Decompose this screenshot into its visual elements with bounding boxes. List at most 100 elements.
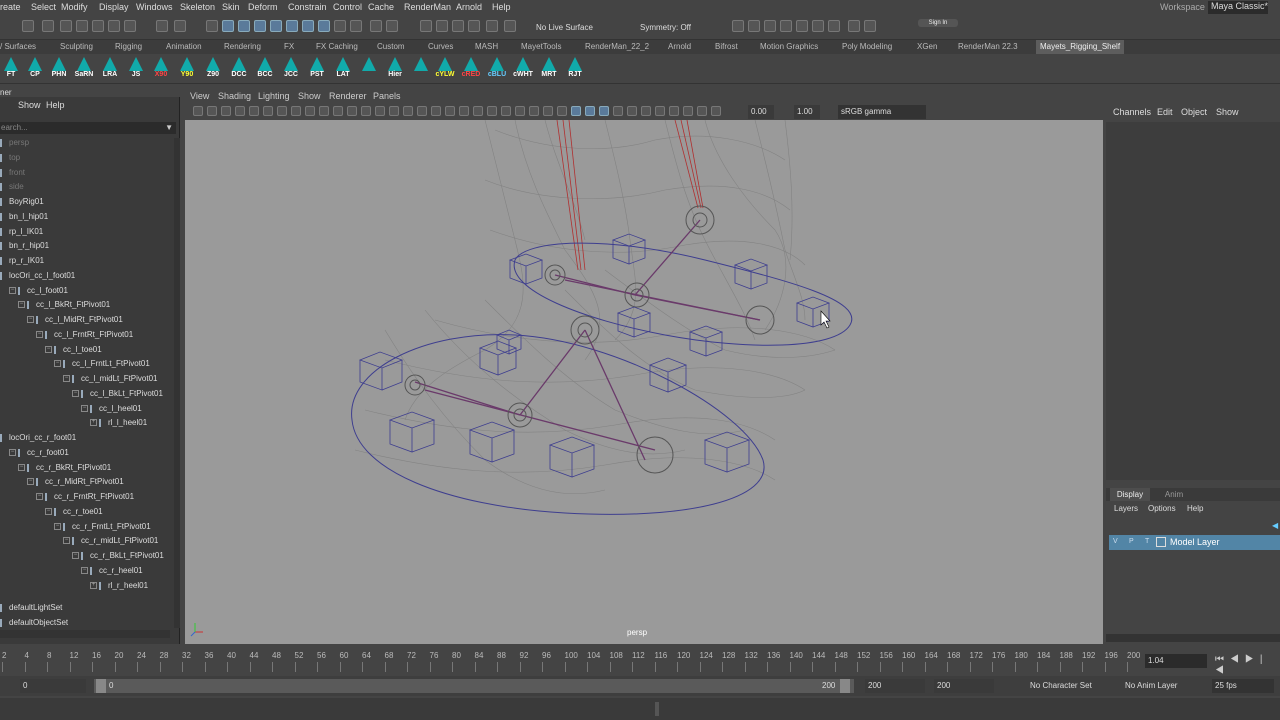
shelf-tab-13[interactable]: Bifrost — [715, 42, 738, 51]
status-tool-icon-28[interactable] — [748, 20, 760, 32]
status-tool-icon-9[interactable] — [206, 20, 218, 32]
viewport-tool-icon-1[interactable] — [207, 106, 217, 116]
shelf-button-2[interactable]: PHN — [48, 56, 70, 82]
status-tool-icon-10[interactable] — [222, 20, 234, 32]
status-tool-icon-15[interactable] — [302, 20, 314, 32]
shelf-button-13[interactable]: LAT — [332, 56, 354, 82]
chevron-down-icon[interactable]: ▼ — [165, 123, 173, 132]
status-tool-icon-3[interactable] — [76, 20, 88, 32]
viewport-tool-icon-24[interactable] — [529, 106, 539, 116]
outliner-item[interactable]: − cc_r_foot01 — [0, 448, 176, 462]
sign-in-button[interactable]: Sign In — [918, 19, 958, 27]
expand-toggle-icon[interactable]: − — [27, 478, 34, 486]
expand-toggle-icon[interactable]: − — [81, 405, 88, 413]
shelf-button-16[interactable] — [410, 56, 432, 82]
expand-toggle-icon[interactable]: − — [36, 493, 43, 501]
viewport-tool-icon-33[interactable] — [655, 106, 665, 116]
shelf-button-20[interactable]: cWHT — [512, 56, 534, 82]
status-tool-icon-4[interactable] — [92, 20, 104, 32]
viewport-tool-icon-31[interactable] — [627, 106, 637, 116]
viewport-tool-icon-36[interactable] — [697, 106, 707, 116]
viewport-menu-show[interactable]: Show — [298, 91, 321, 101]
status-tool-icon-26[interactable] — [504, 20, 516, 32]
shelf-button-22[interactable]: RJT — [564, 56, 586, 82]
status-tool-icon-31[interactable] — [796, 20, 808, 32]
outliner-item[interactable]: defaultLightSet — [0, 603, 176, 617]
shelf-button-17[interactable]: cYLW — [434, 56, 456, 82]
viewport-tool-icon-28[interactable] — [585, 106, 595, 116]
tab-anim[interactable]: Anim — [1156, 488, 1192, 501]
outliner-item[interactable]: − cc_l_FrntRt_FtPivot01 — [0, 330, 176, 344]
shelf-tab-17[interactable]: RenderMan 22.3 — [958, 42, 1018, 51]
outliner-item[interactable]: locOri_cc_l_foot01 — [0, 271, 176, 285]
status-tool-icon-5[interactable] — [108, 20, 120, 32]
anim-layer-select[interactable]: No Anim Layer — [1125, 681, 1177, 690]
shelf-button-12[interactable]: PST — [306, 56, 328, 82]
status-tool-icon-35[interactable] — [864, 20, 876, 32]
viewport-tool-icon-26[interactable] — [557, 106, 567, 116]
shelf-button-6[interactable]: X90 — [150, 56, 172, 82]
menu-item-5[interactable]: Skeleton — [180, 2, 215, 12]
help-menu[interactable]: Help — [1187, 504, 1203, 513]
shelf-tab-9[interactable]: MASH — [475, 42, 498, 51]
shelf-tab-15[interactable]: Poly Modeling — [842, 42, 892, 51]
outliner-item[interactable]: − cc_l_midLt_FtPivot01 — [0, 374, 176, 388]
start-frame-field[interactable]: 0 — [20, 679, 86, 693]
expand-toggle-icon[interactable]: − — [54, 523, 61, 531]
shelf-tab-14[interactable]: Motion Graphics — [760, 42, 818, 51]
menu-item-3[interactable]: Display — [99, 2, 129, 12]
outliner-item[interactable]: − cc_l_BkLt_FtPivot01 — [0, 389, 176, 403]
status-tool-icon-11[interactable] — [238, 20, 250, 32]
status-tool-icon-34[interactable] — [848, 20, 860, 32]
shelf-button-4[interactable]: LRA — [99, 56, 121, 82]
layer-name[interactable]: Model Layer — [1170, 537, 1220, 547]
status-tool-icon-32[interactable] — [812, 20, 824, 32]
expand-toggle-icon[interactable]: + — [90, 582, 97, 590]
channels-menu[interactable]: Channels — [1113, 107, 1151, 117]
viewport-tool-icon-29[interactable] — [599, 106, 609, 116]
outliner-item[interactable]: rp_r_IK01 — [0, 256, 176, 270]
viewport-menu-panels[interactable]: Panels — [373, 91, 401, 101]
status-tool-icon-16[interactable] — [318, 20, 330, 32]
outliner-item[interactable]: bn_l_hip01 — [0, 212, 176, 226]
menu-item-2[interactable]: Modify — [61, 2, 88, 12]
expand-toggle-icon[interactable]: − — [81, 567, 88, 575]
shelf-button-9[interactable]: DCC — [228, 56, 250, 82]
color-space-select[interactable]: sRGB gamma — [838, 105, 926, 119]
options-menu[interactable]: Options — [1148, 504, 1176, 513]
outliner-item[interactable]: − cc_l_toe01 — [0, 345, 176, 359]
outliner-item[interactable]: − cc_l_BkRt_FtPivot01 — [0, 300, 176, 314]
viewport-tool-icon-21[interactable] — [487, 106, 497, 116]
shelf-button-5[interactable]: JS — [125, 56, 147, 82]
tab-display[interactable]: Display — [1110, 488, 1150, 501]
outliner-menu-show[interactable]: Show — [18, 100, 41, 110]
outliner-item[interactable]: persp — [0, 138, 176, 152]
menu-item-1[interactable]: Select — [31, 2, 56, 12]
outliner-item[interactable]: rp_l_IK01 — [0, 227, 176, 241]
outliner-item[interactable]: − cc_r_BkRt_FtPivot01 — [0, 463, 176, 477]
menu-item-13[interactable]: Help — [492, 2, 511, 12]
object-menu[interactable]: Object — [1181, 107, 1207, 117]
outliner-item[interactable]: − cc_l_foot01 — [0, 286, 176, 300]
layer-row-model-layer[interactable]: V P T Model Layer — [1109, 535, 1280, 550]
outliner-item[interactable]: − cc_r_toe01 — [0, 507, 176, 521]
edit-menu[interactable]: Edit — [1157, 107, 1173, 117]
outliner-item[interactable]: − cc_r_heel01 — [0, 566, 176, 580]
shelf-button-11[interactable]: JCC — [280, 56, 302, 82]
expand-toggle-icon[interactable]: − — [72, 390, 79, 398]
viewport-tool-icon-8[interactable] — [305, 106, 315, 116]
menu-item-8[interactable]: Constrain — [288, 2, 327, 12]
viewport-tool-icon-15[interactable] — [403, 106, 413, 116]
outliner-item[interactable]: − cc_r_midLt_FtPivot01 — [0, 536, 176, 550]
viewport-tool-icon-34[interactable] — [669, 106, 679, 116]
viewport-tool-icon-3[interactable] — [235, 106, 245, 116]
outliner-scrollbar[interactable] — [174, 138, 180, 628]
menu-item-10[interactable]: Cache — [368, 2, 394, 12]
status-tool-icon-22[interactable] — [436, 20, 448, 32]
expand-toggle-icon[interactable]: − — [72, 552, 79, 560]
outliner-item[interactable]: top — [0, 153, 176, 167]
layer-visibility-toggle[interactable]: V — [1113, 538, 1118, 545]
viewport-tool-icon-5[interactable] — [263, 106, 273, 116]
outliner-item[interactable]: + rl_r_heel01 — [0, 581, 176, 595]
status-tool-icon-21[interactable] — [420, 20, 432, 32]
